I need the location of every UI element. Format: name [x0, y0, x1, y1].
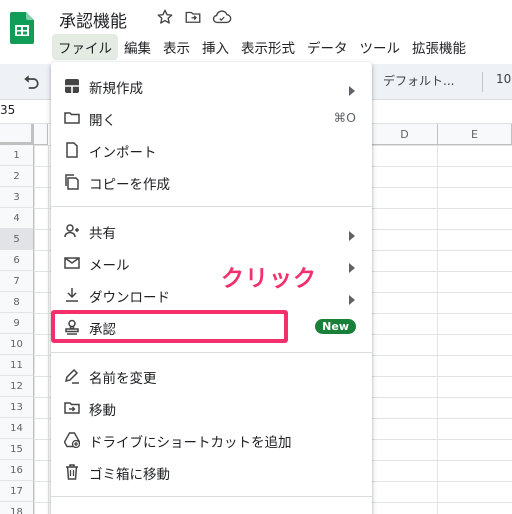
column-header-e[interactable]: E	[438, 124, 512, 145]
menu-insert[interactable]: 挿入	[196, 34, 235, 60]
menu-item-label: ダウンロード	[89, 290, 170, 306]
row-header[interactable]: 3	[0, 187, 34, 208]
menu-item-rename[interactable]: 名前を変更	[51, 360, 372, 392]
menu-item-share[interactable]: 共有	[51, 215, 372, 247]
menu-item-new[interactable]: 新規作成	[51, 70, 372, 102]
menu-divider	[51, 352, 372, 353]
submenu-arrow-icon	[348, 290, 356, 309]
drive-add-icon	[63, 432, 81, 449]
row-header[interactable]: 6	[0, 250, 34, 271]
row-header[interactable]: 13	[0, 397, 34, 418]
row-header[interactable]: 9	[0, 313, 34, 334]
menu-extensions[interactable]: 拡張機能	[406, 34, 472, 60]
menu-file[interactable]: ファイル	[52, 34, 118, 60]
row-header[interactable]: 16	[0, 460, 34, 481]
star-icon[interactable]	[156, 8, 174, 26]
name-box[interactable]: 35	[0, 103, 15, 117]
font-size-input[interactable]: 10	[496, 72, 511, 86]
row-header[interactable]: 11	[0, 355, 34, 376]
sheets-logo-icon[interactable]	[10, 12, 34, 44]
trash-icon	[64, 464, 80, 480]
rename-icon	[64, 368, 80, 384]
row-header[interactable]: 2	[0, 166, 34, 187]
document-title[interactable]: 承認機能	[59, 7, 127, 32]
highlight-box	[51, 310, 288, 343]
menu-item-label: インポート	[89, 145, 157, 161]
menu-item-label: メール	[89, 258, 130, 274]
menu-edit[interactable]: 編集	[118, 34, 157, 60]
menu-item-label: ゴミ箱に移動	[89, 467, 170, 483]
menu-item-label: コピーを作成	[89, 177, 170, 193]
menu-item-label: 共有	[89, 226, 116, 242]
row-header[interactable]: 1	[0, 145, 34, 166]
menu-format[interactable]: 表示形式	[235, 34, 301, 60]
file-icon	[64, 142, 80, 158]
menu-item-open[interactable]: 開く ⌘O	[51, 102, 372, 134]
move-folder-icon	[64, 400, 80, 416]
column-divider	[48, 145, 49, 514]
column-divider	[437, 145, 438, 514]
row-header[interactable]: 8	[0, 292, 34, 313]
menu-data[interactable]: データ	[301, 34, 354, 60]
menu-tools[interactable]: ツール	[354, 34, 407, 60]
row-header[interactable]: 10	[0, 334, 34, 355]
menubar: ファイル 編集 表示 挿入 表示形式 データ ツール 拡張機能	[52, 34, 472, 60]
row-header[interactable]: 5	[0, 229, 34, 250]
menu-item-label: ドライブにショートカットを追加	[89, 435, 292, 451]
cloud-status-icon[interactable]	[212, 8, 232, 26]
column-header[interactable]	[34, 124, 48, 145]
folder-icon	[64, 110, 80, 126]
submenu-arrow-icon	[348, 258, 356, 277]
submenu-arrow-icon	[348, 226, 356, 245]
menu-item-import[interactable]: インポート	[51, 134, 372, 166]
keyboard-shortcut: ⌘O	[333, 110, 356, 125]
menu-item-move[interactable]: 移動	[51, 392, 372, 424]
person-add-icon	[64, 223, 80, 239]
row-header[interactable]: 7	[0, 271, 34, 292]
row-header[interactable]: 18	[0, 502, 34, 514]
font-family-select[interactable]: デフォルト...	[383, 72, 454, 89]
menu-item-label: 移動	[89, 403, 116, 419]
plus-box-icon	[64, 78, 80, 94]
menu-item-label: 開く	[89, 113, 116, 129]
menu-divider	[51, 206, 372, 207]
row-header[interactable]: 15	[0, 439, 34, 460]
new-badge: New	[315, 319, 356, 334]
copy-icon	[64, 174, 80, 190]
toolbar-divider	[482, 72, 483, 92]
file-menu-dropdown: 新規作成 開く ⌘O インポート コピーを作成 共有 メール ダウンロード 承認…	[51, 62, 372, 514]
click-annotation: クリック	[221, 266, 317, 292]
column-header-d[interactable]: D	[372, 124, 438, 145]
submenu-arrow-icon	[348, 81, 356, 100]
row-header[interactable]: 12	[0, 376, 34, 397]
menu-item-email[interactable]: メール	[51, 247, 372, 279]
mail-icon	[64, 255, 80, 271]
row-header[interactable]: 4	[0, 208, 34, 229]
undo-icon[interactable]	[22, 74, 40, 94]
select-all-corner[interactable]	[0, 124, 34, 145]
row-header[interactable]: 17	[0, 481, 34, 502]
menu-item-make-copy[interactable]: コピーを作成	[51, 166, 372, 198]
download-icon	[64, 287, 80, 303]
row-header[interactable]: 14	[0, 418, 34, 439]
menu-item-download[interactable]: ダウンロード	[51, 279, 372, 311]
menu-item-trash[interactable]: ゴミ箱に移動	[51, 456, 372, 488]
menu-divider	[51, 496, 372, 497]
move-folder-icon[interactable]	[184, 8, 202, 26]
menu-item-label: 新規作成	[89, 81, 143, 97]
menu-item-add-shortcut[interactable]: ドライブにショートカットを追加	[51, 424, 372, 456]
menu-view[interactable]: 表示	[157, 34, 196, 60]
menu-item-label: 名前を変更	[89, 371, 157, 387]
